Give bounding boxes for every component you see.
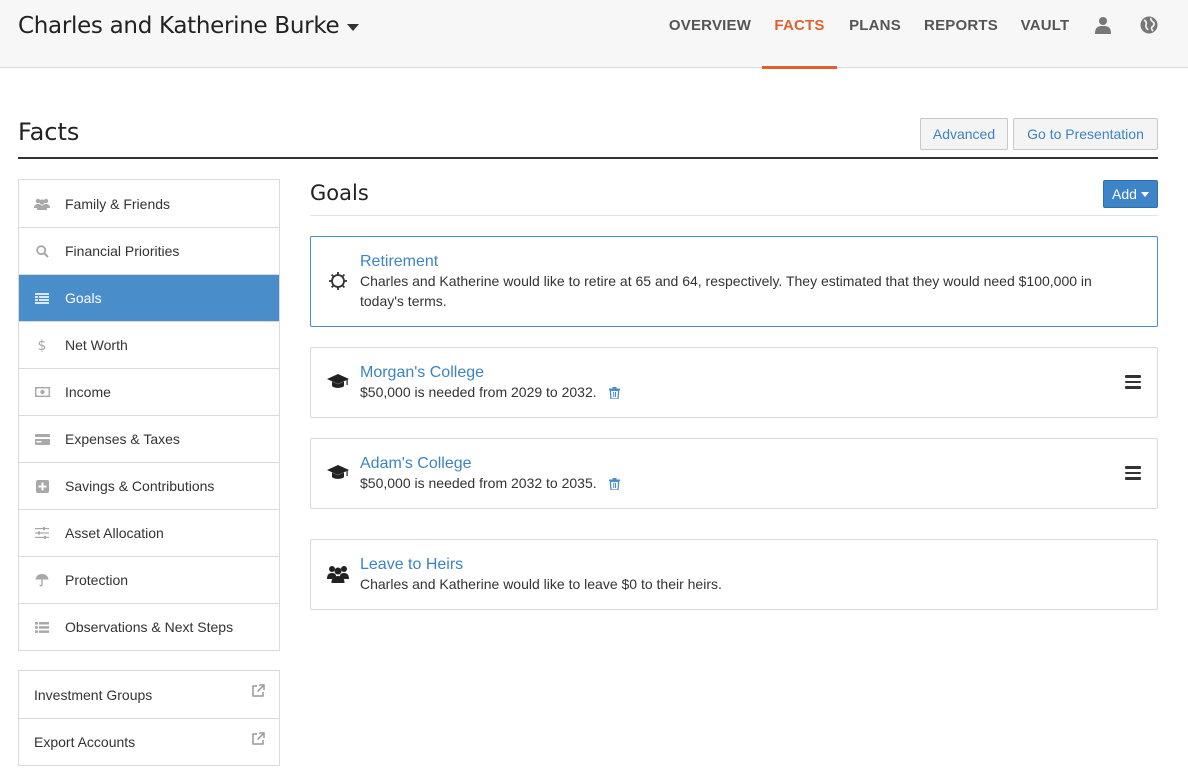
sidebar-links: Investment Groups Export Accounts	[18, 670, 280, 766]
money-icon	[33, 384, 51, 400]
nav-plans[interactable]: PLANS	[840, 0, 910, 68]
sidebar-link-label: Export Accounts	[34, 734, 136, 750]
sidebar-item-label: Asset Allocation	[65, 525, 164, 541]
credit-card-icon	[33, 431, 51, 447]
caret-down-icon	[1140, 191, 1149, 197]
goal-card-morgans-college[interactable]: Morgan's College $50,000 is needed from …	[310, 347, 1158, 418]
client-selector[interactable]: Charles and Katherine Burke	[18, 10, 360, 42]
top-bar: Charles and Katherine Burke OVERVIEW FAC…	[0, 0, 1188, 69]
sidebar-item-asset-allocation[interactable]: Asset Allocation	[19, 509, 279, 556]
sidebar-item-label: Goals	[65, 290, 102, 306]
nav-facts[interactable]: FACTS	[762, 0, 837, 69]
advanced-button[interactable]: Advanced	[920, 118, 1008, 150]
external-link-icon	[251, 732, 265, 746]
goal-description: Charles and Katherine would like to reti…	[360, 273, 1092, 309]
dollar-icon: $	[33, 337, 51, 353]
nav-vault[interactable]: VAULT	[1012, 0, 1078, 68]
sidebar-item-net-worth[interactable]: $ Net Worth	[19, 321, 279, 368]
umbrella-icon	[33, 572, 51, 588]
sidebar-item-label: Family & Friends	[65, 195, 171, 212]
goal-card-retirement[interactable]: Retirement Charles and Katherine would l…	[310, 236, 1158, 327]
sidebar-link-label: Investment Groups	[34, 686, 153, 703]
drag-handle-icon[interactable]	[1125, 375, 1141, 389]
sidebar-item-financial-priorities[interactable]: Financial Priorities	[19, 227, 279, 274]
goal-title[interactable]: Retirement	[360, 253, 438, 271]
plus-square-icon	[33, 478, 51, 494]
globe-icon[interactable]	[1138, 14, 1160, 36]
nav-overview[interactable]: OVERVIEW	[658, 0, 762, 68]
users-icon	[33, 196, 51, 212]
chevron-down-icon	[347, 24, 360, 31]
sliders-icon	[33, 525, 51, 541]
goal-title[interactable]: Leave to Heirs	[360, 556, 463, 574]
sidebar-item-family-friends[interactable]: Family & Friends	[19, 180, 279, 227]
add-goal-button[interactable]: Add	[1103, 180, 1158, 208]
list-ul-icon	[33, 619, 51, 635]
trash-icon[interactable]	[608, 384, 620, 404]
list-icon	[33, 290, 51, 306]
goal-card-adams-college[interactable]: Adam's College $50,000 is needed from 20…	[310, 438, 1158, 509]
goals-heading: Goals	[310, 181, 369, 205]
graduation-cap-icon	[327, 372, 349, 392]
trash-icon[interactable]	[608, 475, 620, 495]
sun-icon	[327, 271, 349, 291]
page-title: Facts	[18, 118, 80, 146]
sidebar-item-label: Financial Priorities	[65, 243, 180, 259]
sidebar-item-label: Income	[65, 384, 111, 400]
sidebar-item-observations-next-steps[interactable]: Observations & Next Steps	[19, 603, 279, 650]
go-to-presentation-button[interactable]: Go to Presentation	[1013, 118, 1158, 150]
sidebar-item-label: Net Worth	[65, 337, 128, 353]
graduation-cap-icon	[327, 463, 349, 483]
drag-handle-icon[interactable]	[1125, 466, 1141, 480]
sidebar-item-goals[interactable]: Goals	[19, 274, 279, 321]
facts-sidebar: Family & Friends Financial Priorities Go…	[18, 179, 280, 651]
user-icon[interactable]	[1092, 14, 1114, 36]
sidebar-item-expenses-taxes[interactable]: Expenses & Taxes	[19, 415, 279, 462]
sidebar-item-income[interactable]: Income	[19, 368, 279, 415]
users-icon	[327, 564, 349, 584]
sidebar-item-label: Savings & Contributions	[65, 478, 215, 494]
sidebar-item-label: Expenses & Taxes	[65, 431, 180, 447]
client-name: Charles and Katherine Burke	[18, 13, 340, 39]
goal-description: $50,000 is needed from 2032 to 2035.	[360, 473, 1117, 495]
goal-card-leave-to-heirs[interactable]: Leave to Heirs Charles and Katherine wou…	[310, 539, 1158, 610]
external-link-icon	[251, 684, 265, 698]
search-icon	[33, 243, 51, 259]
goals-divider	[310, 215, 1158, 216]
goal-title[interactable]: Morgan's College	[360, 364, 484, 382]
sidebar-link-investment-groups[interactable]: Investment Groups	[19, 671, 279, 718]
sidebar-item-label: Protection	[65, 572, 129, 588]
goal-title[interactable]: Adam's College	[360, 455, 472, 473]
sidebar-item-savings-contributions[interactable]: Savings & Contributions	[19, 462, 279, 509]
page-divider	[18, 157, 1158, 159]
sidebar-link-export-accounts[interactable]: Export Accounts	[19, 718, 279, 765]
goal-description: $50,000 is needed from 2029 to 2032.	[360, 382, 1117, 404]
svg-text:$: $	[38, 338, 47, 353]
sidebar-item-label: Observations & Next Steps	[65, 619, 234, 635]
goal-description: Charles and Katherine would like to leav…	[360, 576, 722, 592]
nav-reports[interactable]: REPORTS	[914, 0, 1008, 68]
sidebar-item-protection[interactable]: Protection	[19, 556, 279, 603]
